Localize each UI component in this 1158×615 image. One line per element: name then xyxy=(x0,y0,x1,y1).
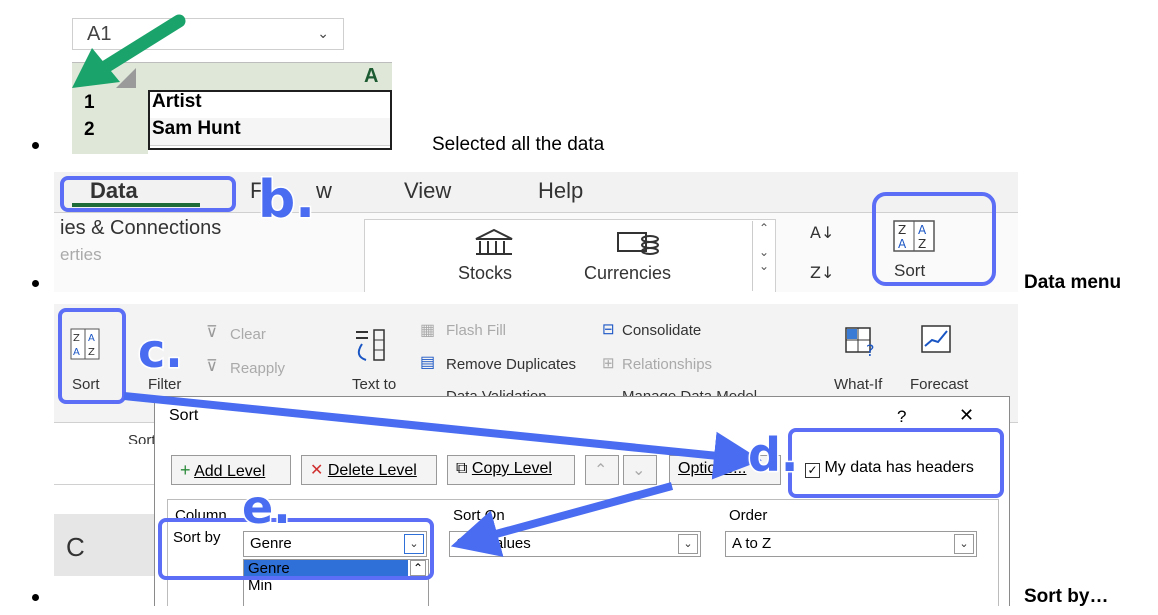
stocks-button[interactable]: Stocks xyxy=(458,263,512,284)
excel-cells-screenshot: A1 ⌄ A 1 2 Artist Sam Hunt xyxy=(54,6,392,154)
bullet xyxy=(32,280,39,287)
sort-za-icon[interactable]: Z↓ xyxy=(810,263,834,282)
column-a-header[interactable]: A xyxy=(364,65,378,88)
tab-help[interactable]: Help xyxy=(538,178,583,204)
scroll-down-icon[interactable]: ⌄ xyxy=(753,245,775,259)
green-arrow-icon xyxy=(72,14,186,88)
selection-border xyxy=(148,90,392,150)
bank-icon xyxy=(475,228,513,255)
sort-az-icon[interactable]: A↓ xyxy=(810,223,834,242)
row-header[interactable] xyxy=(72,146,148,154)
tab-view[interactable]: View xyxy=(404,178,451,204)
step1-caption: Selected all the data xyxy=(432,134,605,155)
marker-e: e. xyxy=(241,479,293,536)
bullet xyxy=(32,142,39,149)
row-number: 2 xyxy=(84,119,95,140)
marker-d: d. xyxy=(746,427,799,484)
highlight-sort-button xyxy=(872,192,996,286)
currencies-button[interactable]: Currencies xyxy=(584,263,671,284)
data-types-group xyxy=(364,219,776,292)
highlight-data-tab xyxy=(60,176,236,212)
chevron-down-icon[interactable]: ⌄ xyxy=(317,25,329,42)
annotation-arrows-icon xyxy=(123,392,762,557)
gallery-scroll[interactable]: ⌃ ⌄ ⌄ xyxy=(752,221,775,291)
step3-caption: Sort by… xyxy=(1024,586,1109,607)
expand-icon[interactable]: ⌄ xyxy=(753,259,775,273)
step2-caption: Data menu xyxy=(1024,272,1122,293)
tab-review-partial-end[interactable]: w xyxy=(316,178,332,204)
properties-label[interactable]: erties xyxy=(60,245,102,265)
sort-dialog-screenshot: Z A A Z Sort Filter Clear Reapply ⊽ ⊽ Te… xyxy=(54,304,1018,606)
marker-c: c. xyxy=(137,323,185,380)
queries-connections-label[interactable]: ies & Connections xyxy=(60,217,221,240)
bullet xyxy=(32,594,39,601)
marker-b: b. xyxy=(257,172,317,232)
currencies-icon xyxy=(617,232,659,255)
data-ribbon-screenshot: Data F w View Help ies & Connections ert… xyxy=(54,172,1018,292)
scroll-up-icon[interactable]: ⌃ xyxy=(753,221,775,235)
